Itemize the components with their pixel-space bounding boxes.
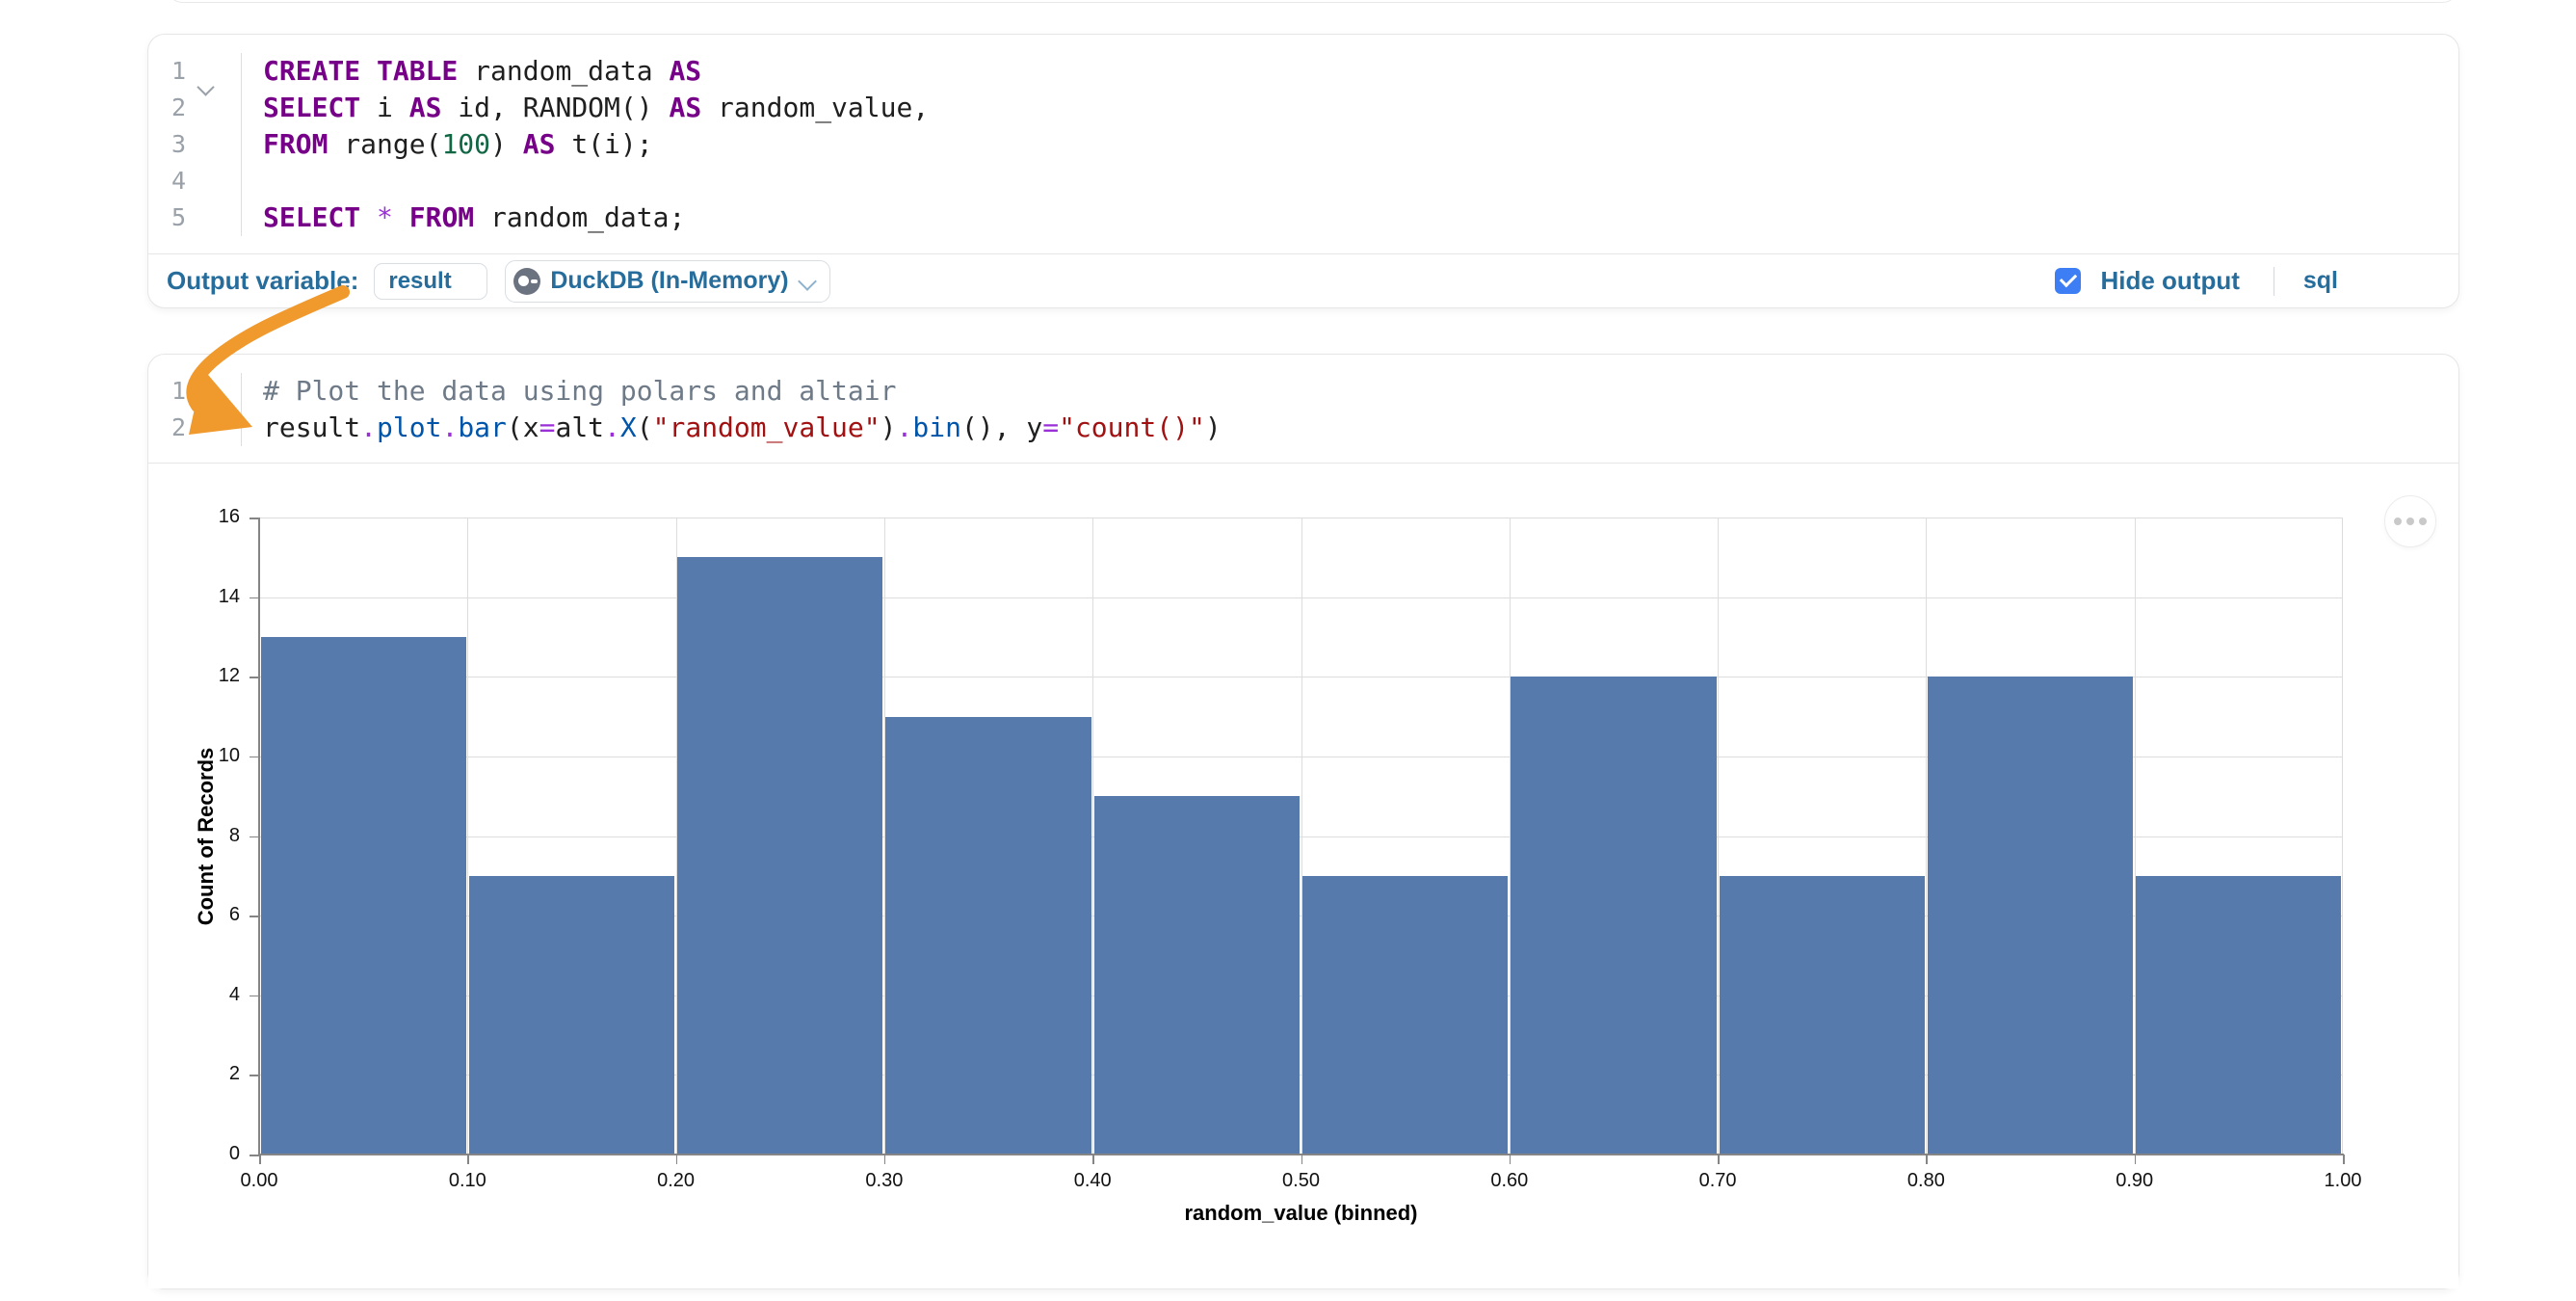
output-menu-button[interactable] [2384, 495, 2436, 547]
previous-cell-bottom-edge [166, 0, 2459, 3]
chevron-down-icon [798, 272, 817, 291]
line-number: 2 [148, 90, 242, 126]
code-line: result.plot.bar(x=alt.X("random_value").… [242, 410, 1222, 446]
code-token: ) [490, 128, 523, 160]
code-token: i [360, 92, 409, 123]
code-token: "random_value" [653, 412, 881, 443]
code-token: alt [555, 412, 604, 443]
python-cell: 1 # Plot the data using polars and altair… [147, 354, 2459, 1289]
code-token: range( [328, 128, 441, 160]
hide-output-checkbox[interactable] [2055, 268, 2081, 294]
code-token: AS [523, 128, 556, 160]
code-token: AS [669, 55, 701, 87]
line-number: 5 [148, 199, 242, 236]
code-line: # Plot the data using polars and altair [242, 373, 896, 410]
code-token: random_data; [474, 201, 685, 233]
code-token: . [604, 412, 620, 443]
ellipsis-icon [2406, 518, 2414, 525]
code-token: . [360, 412, 377, 443]
code-token: = [1042, 412, 1059, 443]
code-token: . [897, 412, 913, 443]
code-row: 1CREATE TABLE random_data AS [148, 53, 2458, 90]
code-token: bar [458, 412, 507, 443]
code-row: 1 # Plot the data using polars and altair [148, 373, 2458, 410]
engine-label: DuckDB (In-Memory) [550, 267, 788, 295]
code-line: CREATE TABLE random_data AS [242, 53, 701, 90]
sql-editor[interactable]: 1CREATE TABLE random_data AS2SELECT i AS… [148, 35, 2458, 250]
ellipsis-icon [2394, 518, 2402, 525]
database-engine-dropdown[interactable]: DuckDB (In-Memory) [505, 260, 829, 303]
line-number: 2 [148, 410, 242, 446]
code-token: FROM [263, 128, 328, 160]
code-token: random_data [458, 55, 669, 87]
line-number: 4 [148, 163, 242, 199]
code-token: bin [912, 412, 961, 443]
code-line: SELECT i AS id, RANDOM() AS random_value… [242, 90, 929, 126]
code-line: FROM range(100) AS t(i); [242, 126, 653, 163]
code-token: plot [377, 412, 441, 443]
code-line: SELECT * FROM random_data; [242, 199, 685, 236]
sql-cell-footer: Output variable: DuckDB (In-Memory) Hide… [148, 253, 2458, 307]
code-token: AS [669, 92, 701, 123]
line-number: 3 [148, 126, 242, 163]
code-token: CREATE TABLE [263, 55, 458, 87]
footer-right-group: Hide output sql [2055, 266, 2458, 296]
output-variable-input[interactable] [374, 263, 487, 300]
code-token: X [620, 412, 637, 443]
code-token: SELECT [263, 201, 360, 233]
code-token: (), y [961, 412, 1042, 443]
code-token: ( [637, 412, 653, 443]
code-token: . [441, 412, 458, 443]
code-token: = [539, 412, 556, 443]
sql-cell: 1CREATE TABLE random_data AS2SELECT i AS… [147, 34, 2459, 308]
code-token [360, 201, 377, 233]
code-token: random_value, [701, 92, 929, 123]
code-token: t(i); [555, 128, 652, 160]
code-token: "count()" [1059, 412, 1205, 443]
code-token: id, RANDOM() [441, 92, 669, 123]
code-row: 2result.plot.bar(x=alt.X("random_value")… [148, 410, 2458, 446]
code-row: 2SELECT i AS id, RANDOM() AS random_valu… [148, 90, 2458, 126]
code-token: result [263, 412, 360, 443]
code-token: AS [409, 92, 442, 123]
code-row: 5SELECT * FROM random_data; [148, 199, 2458, 236]
python-editor[interactable]: 1 # Plot the data using polars and altair… [148, 355, 2458, 460]
code-token: FROM [409, 201, 474, 233]
hide-output-label[interactable]: Hide output [2100, 266, 2239, 296]
line-number: 1 [148, 53, 242, 90]
output-variable-label: Output variable: [167, 266, 358, 296]
code-token: * [377, 201, 393, 233]
code-token: SELECT [263, 92, 360, 123]
code-token: 100 [441, 128, 490, 160]
cell-output-area [148, 463, 2458, 1288]
line-number: 1 [148, 373, 242, 410]
code-token: # Plot the data using polars and altair [263, 375, 896, 407]
code-token: ) [881, 412, 897, 443]
ellipsis-icon [2419, 518, 2427, 525]
code-line [242, 163, 263, 199]
language-badge: sql [2303, 267, 2338, 295]
duckdb-icon [513, 268, 540, 295]
code-token [393, 201, 409, 233]
footer-left-group: Output variable: DuckDB (In-Memory) [167, 260, 830, 303]
code-token: (x [507, 412, 539, 443]
code-row: 3FROM range(100) AS t(i); [148, 126, 2458, 163]
code-row: 4 [148, 163, 2458, 199]
code-token: ) [1205, 412, 1222, 443]
notebook-page: 1CREATE TABLE random_data AS2SELECT i AS… [0, 0, 2576, 1301]
